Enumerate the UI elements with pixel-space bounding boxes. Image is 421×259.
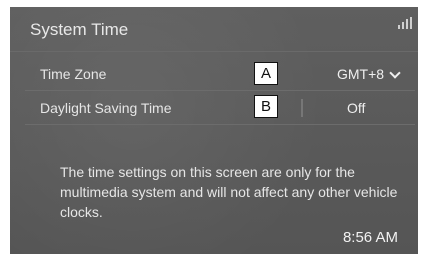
signal-strength-icon [398,17,412,29]
time-zone-label: Time Zone [40,66,107,82]
header-divider [10,51,418,52]
callout-b: B [254,95,278,118]
toggle-separator [301,99,303,117]
time-zone-value[interactable]: GMT+8 [337,66,384,82]
callout-a: A [254,62,278,85]
clock-display: 8:56 AM [342,229,398,246]
system-time-screen: System Time Time Zone GMT+8 Daylight Sav… [10,7,418,254]
page-title: System Time [30,20,129,39]
row-divider [25,124,415,125]
daylight-saving-label: Daylight Saving Time [40,100,172,116]
chevron-down-icon[interactable] [389,67,401,79]
info-note: The time settings on this screen are onl… [60,164,398,220]
daylight-saving-value[interactable]: Off [347,100,365,116]
row-divider [25,90,415,91]
